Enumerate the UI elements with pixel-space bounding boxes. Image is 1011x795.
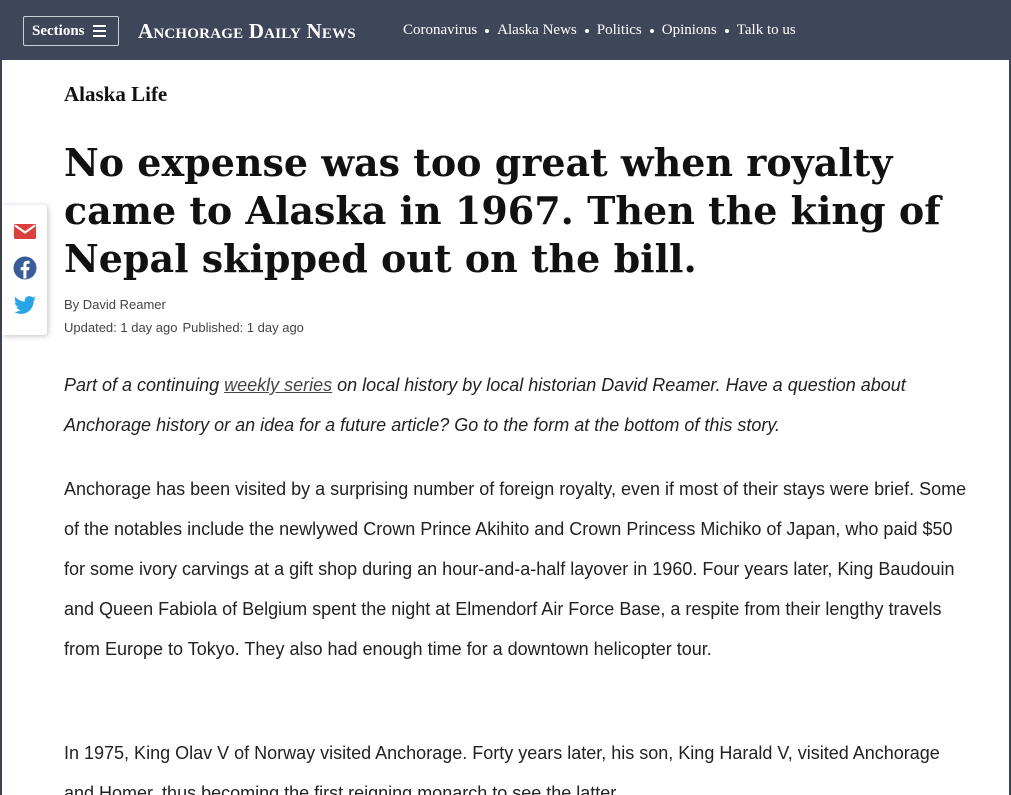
nav-separator	[584, 28, 589, 33]
nav-separator	[724, 28, 729, 33]
sections-button-label: Sections	[32, 22, 85, 39]
twitter-icon[interactable]	[13, 293, 37, 317]
byline: By David Reamer	[64, 297, 166, 312]
nav-item-talk-to-us[interactable]: Talk to us	[737, 22, 796, 39]
sections-menu-button[interactable]: Sections	[23, 16, 119, 46]
intro-note: Part of a continuing weekly series on lo…	[64, 365, 964, 445]
top-navigation-bar: Sections Anchorage Daily News Coronaviru…	[0, 0, 1011, 60]
nav-item-politics[interactable]: Politics	[597, 22, 642, 39]
nav-item-alaska-news[interactable]: Alaska News	[497, 22, 577, 39]
weekly-series-link[interactable]: weekly series	[224, 375, 332, 395]
primary-nav: Coronavirus Alaska News Politics Opinion…	[403, 22, 796, 39]
nav-item-coronavirus[interactable]: Coronavirus	[403, 22, 477, 39]
nav-separator	[485, 28, 490, 33]
body-paragraph: Anchorage has been visited by a surprisi…	[64, 479, 967, 659]
headline: No expense was too great when royalty ca…	[64, 140, 941, 281]
site-logo[interactable]: Anchorage Daily News	[138, 19, 356, 43]
window-border-left	[0, 0, 2, 795]
share-rail	[2, 205, 47, 335]
updated-date: Updated: 1 day ago	[64, 320, 178, 335]
intro-text-before: Part of a continuing	[64, 375, 225, 395]
nav-separator	[649, 28, 654, 33]
hamburger-icon	[92, 25, 106, 37]
published-date: Published: 1 day ago	[182, 320, 304, 335]
nav-item-opinions[interactable]: Opinions	[662, 22, 717, 39]
article-dates: Updated: 1 day ago Published: 1 day ago	[64, 320, 304, 335]
section-label[interactable]: Alaska Life	[64, 82, 167, 107]
body-paragraph: In 1975, King Olav V of Norway visited A…	[64, 743, 940, 795]
email-icon[interactable]	[13, 219, 37, 243]
facebook-icon[interactable]	[13, 256, 37, 280]
